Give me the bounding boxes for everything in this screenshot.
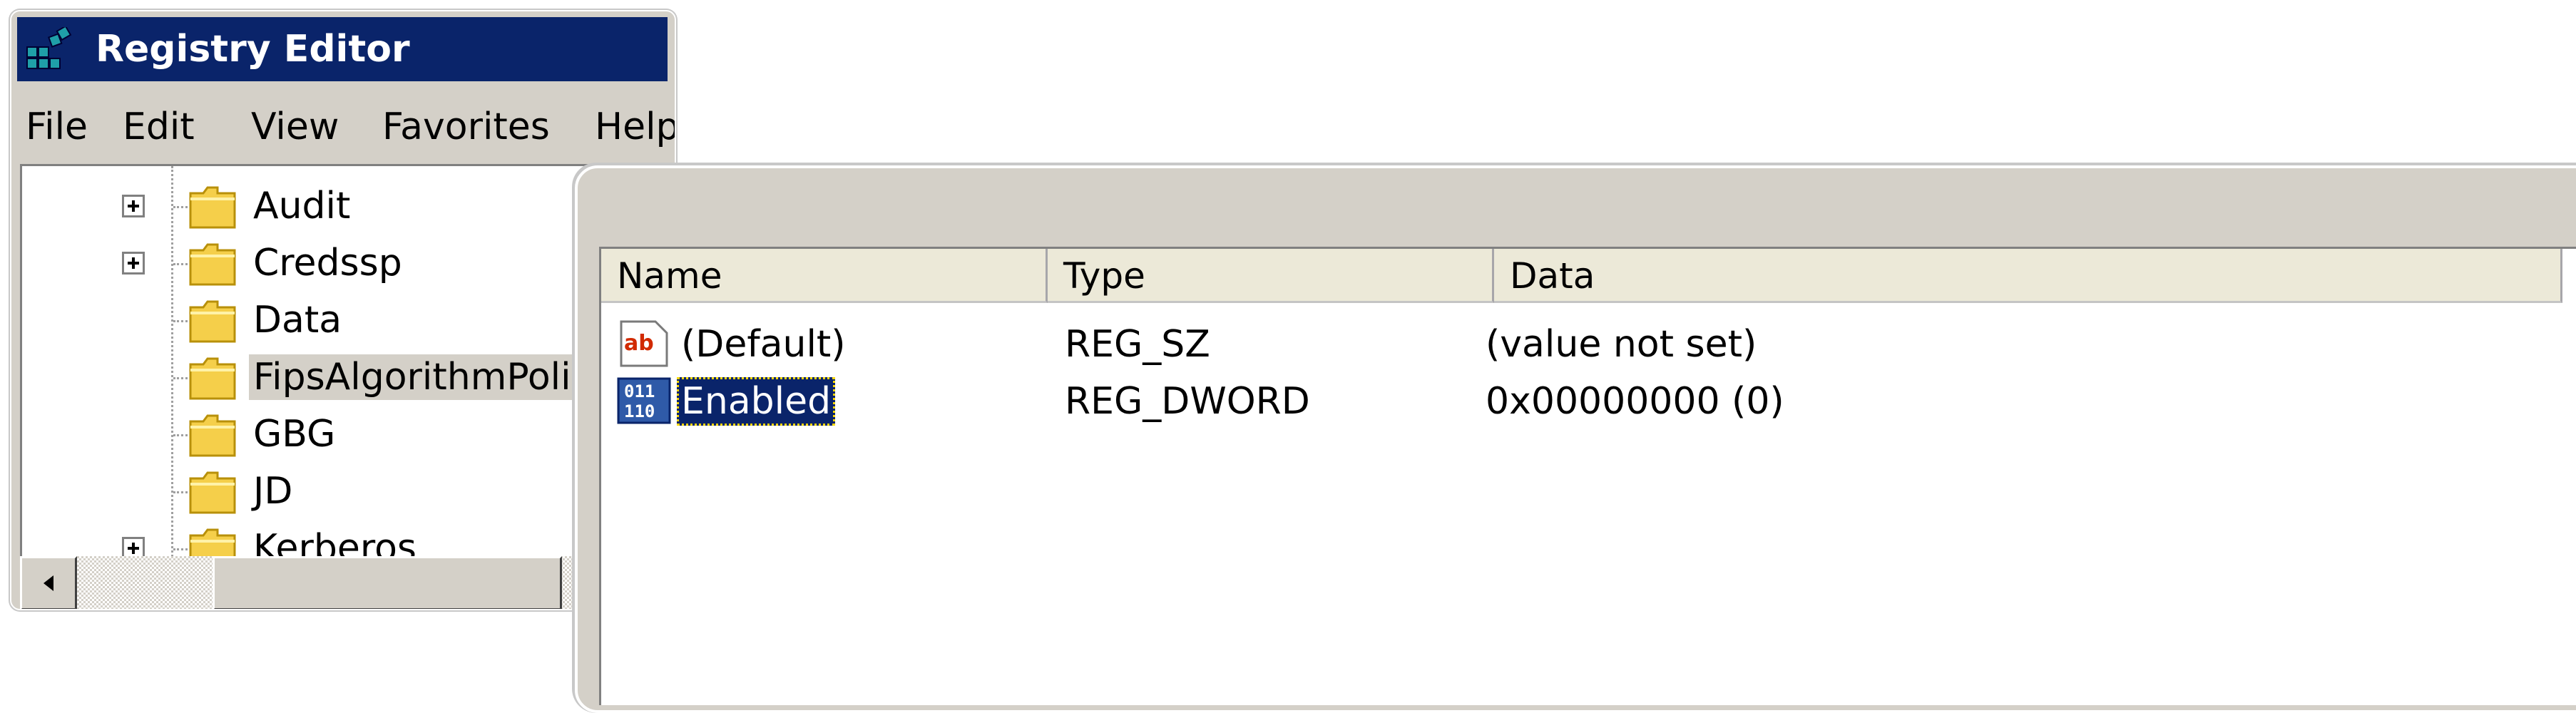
value-name[interactable]: Enabled (677, 377, 836, 426)
title-bar[interactable]: Registry Editor (17, 17, 668, 81)
folder-open-icon (189, 357, 236, 400)
tree-node[interactable]: Data (22, 292, 664, 349)
menu-help[interactable]: Help (595, 106, 675, 148)
key-tree[interactable]: Audit Credssp Data FipsAlgorithmPolicy G… (20, 164, 671, 558)
menu-favorites[interactable]: Favorites (382, 106, 550, 148)
values-window: Name Type Data ab (Default) REG_SZ (valu… (575, 165, 2576, 713)
tree-node-label[interactable]: GBG (249, 411, 339, 457)
svg-text:ab: ab (624, 331, 654, 356)
tree-node-label[interactable]: FipsAlgorithmPolicy (249, 354, 618, 400)
expand-icon[interactable] (122, 537, 145, 558)
column-header-data[interactable]: Data (1494, 249, 2562, 303)
tree-node[interactable]: Audit (22, 178, 664, 235)
tree-node[interactable]: JD (22, 463, 664, 520)
tree-node-label[interactable]: Credssp (249, 240, 407, 286)
value-name[interactable]: (Default) (677, 320, 850, 369)
value-data: (value not set) (1486, 323, 1757, 366)
tree-node-label[interactable]: Audit (249, 183, 354, 229)
svg-text:011: 011 (624, 381, 655, 401)
expand-icon[interactable] (122, 252, 145, 275)
folder-icon (189, 528, 236, 558)
value-row[interactable]: ab (Default) REG_SZ (value not set) (601, 313, 2576, 370)
svg-text:110: 110 (624, 401, 655, 421)
tree-node-selected[interactable]: FipsAlgorithmPolicy (22, 349, 664, 406)
string-value-icon: ab (620, 320, 668, 367)
menu-file[interactable]: File (26, 106, 88, 148)
arrow-left-icon (44, 575, 53, 591)
value-data: 0x00000000 (0) (1486, 380, 1784, 423)
tree-node-label[interactable]: Data (249, 297, 346, 343)
tree-node-label[interactable]: Kerberos (249, 525, 421, 558)
tree-node-label[interactable]: JD (249, 468, 297, 514)
dword-value-icon: 011 110 (617, 377, 671, 424)
scroll-left-button[interactable] (20, 556, 77, 609)
folder-icon (189, 186, 236, 229)
value-type: REG_SZ (1065, 323, 1210, 366)
tree-node[interactable]: Kerberos (22, 520, 664, 558)
menu-view[interactable]: View (251, 106, 339, 148)
folder-icon (189, 471, 236, 514)
value-row-selected[interactable]: 011 110 Enabled REG_DWORD 0x00000000 (0) (601, 370, 2576, 427)
column-header-type[interactable]: Type (1048, 249, 1494, 303)
tree-node[interactable]: GBG (22, 406, 664, 463)
folder-icon (189, 243, 236, 286)
folder-icon (189, 300, 236, 343)
folder-icon (189, 414, 236, 457)
column-header-name[interactable]: Name (601, 249, 1048, 303)
menu-edit[interactable]: Edit (123, 106, 195, 148)
expand-icon[interactable] (122, 195, 145, 217)
tree-node[interactable]: Credssp (22, 235, 664, 292)
values-list[interactable]: Name Type Data ab (Default) REG_SZ (valu… (599, 247, 2576, 705)
scroll-thumb[interactable] (213, 556, 562, 609)
registry-editor-icon (26, 27, 72, 69)
menu-bar: File Edit View Favorites Help (17, 87, 675, 167)
value-type: REG_DWORD (1065, 380, 1310, 423)
window-title: Registry Editor (96, 28, 410, 71)
